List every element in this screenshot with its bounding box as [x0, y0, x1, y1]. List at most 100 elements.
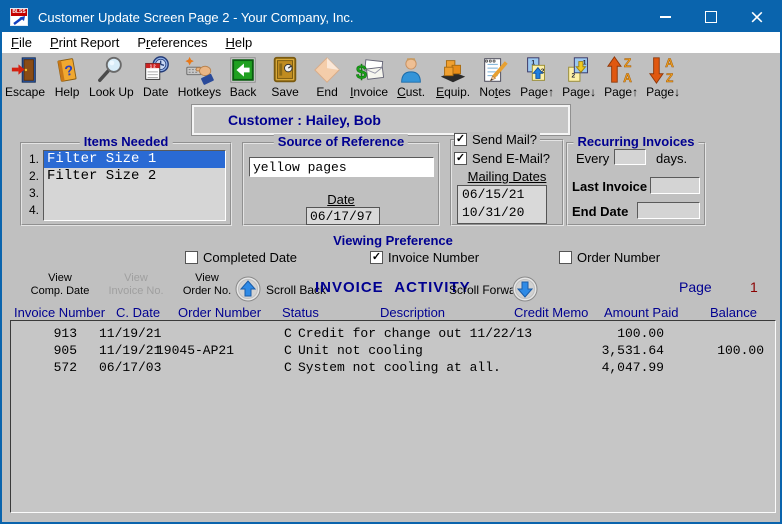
- svg-text:1 2: 1 2: [149, 63, 156, 68]
- scroll-down-icon: [512, 276, 538, 302]
- scroll-up-icon: [235, 276, 261, 302]
- invoice-row[interactable]: 572 06/17/03 C System not cooling at all…: [11, 360, 775, 377]
- pages-up-icon: 1 2: [527, 57, 546, 81]
- toolbar-button-page-up[interactable]: 1 2 Page↑: [516, 55, 558, 99]
- item-row[interactable]: Filter Size 2: [44, 168, 225, 185]
- toolbar-button-end[interactable]: End: [306, 55, 348, 99]
- days-label: days.: [656, 151, 688, 166]
- send-mail-option[interactable]: ✓ Send Mail?: [454, 132, 541, 147]
- invoice-row[interactable]: 905 11/19/21 19045-AP21 C Unit not cooli…: [11, 343, 775, 360]
- col-credit-memo: Credit Memo: [514, 305, 589, 320]
- item-row[interactable]: Filter Size 1: [44, 151, 225, 168]
- menu-help[interactable]: Help: [216, 32, 261, 53]
- notepad-pencil-icon: [484, 58, 508, 82]
- app-icon: BLSS: [10, 8, 28, 26]
- toolbar-button-customer[interactable]: Cust.: [390, 55, 432, 99]
- mailing-dates-box: 06/15/21 10/31/20: [457, 185, 547, 224]
- minimize-button[interactable]: [642, 2, 688, 32]
- scroll-back-button[interactable]: [235, 276, 261, 302]
- person-icon: [401, 58, 421, 83]
- toolbar-label: Notes: [479, 85, 511, 99]
- customer-banner: Customer : Hailey, Bob: [191, 104, 571, 136]
- toolbar-button-equipment[interactable]: Equip.: [432, 55, 474, 99]
- close-button[interactable]: ×: [734, 2, 780, 32]
- reference-date-input[interactable]: [306, 207, 380, 225]
- toolbar-button-back[interactable]: Back: [222, 55, 264, 99]
- toolbar-button-date[interactable]: 1 2 Date: [135, 55, 177, 99]
- mailing-dates-label: Mailing Dates: [467, 169, 547, 184]
- view-button-line: Order No.: [182, 285, 232, 297]
- cell-order-number: 19045-AP21: [156, 343, 235, 358]
- cell-status: C: [284, 326, 292, 341]
- toolbar-label: Save: [271, 85, 299, 99]
- cell-balance: 100.00: [717, 343, 764, 358]
- back-arrow-icon: [230, 57, 256, 83]
- cell-c-date: 11/19/21: [99, 343, 162, 358]
- svg-text:2: 2: [572, 73, 576, 80]
- cell-amount-paid: 100.00: [617, 326, 664, 341]
- view-order-no-button[interactable]: View Order No.: [174, 272, 240, 298]
- recurring-invoices-title: Recurring Invoices: [573, 134, 699, 149]
- view-button-line: View: [48, 272, 72, 284]
- item-row[interactable]: [44, 185, 225, 202]
- mailing-date: 10/31/20: [462, 205, 525, 220]
- toolbar-button-notes[interactable]: Notes: [474, 55, 516, 99]
- window-controls: ×: [642, 2, 780, 32]
- order-number-option[interactable]: Order Number: [559, 250, 660, 265]
- toolbar-button-invoice[interactable]: $ Invoice: [348, 55, 390, 99]
- cell-description: Credit for change out 11/22/13: [298, 326, 533, 341]
- cell-description: Unit not cooling: [298, 343, 423, 358]
- invoice-number-checkbox[interactable]: ✓: [370, 251, 383, 264]
- last-invoice-input[interactable]: [650, 177, 700, 194]
- toolbar-label: Date: [143, 85, 169, 99]
- toolbar-label: End: [316, 85, 338, 99]
- completed-date-option[interactable]: Completed Date: [185, 250, 297, 265]
- invoice-row[interactable]: 913 11/19/21 C Credit for change out 11/…: [11, 326, 775, 343]
- source-of-reference-input[interactable]: [249, 157, 434, 177]
- toolbar-button-page-sort-up[interactable]: Z A Page↑: [600, 55, 642, 99]
- toolbar: Escape ? Help Look Up 1 2 Date Hotkeys B…: [4, 55, 684, 103]
- send-email-option[interactable]: ✓ Send E-Mail?: [454, 151, 550, 166]
- menubar: File Print Report Pr eferences Help: [2, 32, 780, 53]
- end-date-input[interactable]: [637, 202, 700, 219]
- items-needed-group: Items Needed 1. 2. 3. 4. Filter Size 1 F…: [20, 134, 232, 226]
- sort-za-up-icon: Z A: [607, 56, 632, 85]
- toolbar-button-escape[interactable]: Escape: [4, 55, 46, 99]
- app-window: BLSS Customer Update Screen Page 2 - You…: [0, 0, 782, 524]
- menu-file[interactable]: File: [2, 32, 41, 53]
- maximize-button[interactable]: [688, 2, 734, 32]
- toolbar-button-page-sort-down[interactable]: A Z Page↓: [642, 55, 684, 99]
- scroll-forward-button[interactable]: [512, 276, 538, 302]
- send-mail-checkbox[interactable]: ✓: [454, 133, 467, 146]
- completed-date-checkbox[interactable]: [185, 251, 198, 264]
- magnifier-icon: [98, 56, 123, 82]
- view-button-line: Comp. Date: [30, 285, 90, 297]
- view-comp-date-button[interactable]: View Comp. Date: [24, 272, 96, 298]
- cell-description: System not cooling at all.: [298, 360, 501, 375]
- toolbar-label: Escape: [5, 85, 46, 99]
- order-number-checkbox[interactable]: [559, 251, 572, 264]
- toolbar-button-lookup[interactable]: Look Up: [88, 55, 135, 99]
- menu-print-report[interactable]: Print Report: [41, 32, 128, 53]
- toolbar-button-hotkeys[interactable]: Hotkeys: [177, 55, 222, 99]
- view-invoice-no-button[interactable]: View Invoice No.: [100, 272, 172, 298]
- view-button-line: View: [124, 272, 148, 284]
- toolbar-button-help[interactable]: ? Help: [46, 55, 88, 99]
- toolbar-label: Page↓: [646, 85, 681, 99]
- every-days-input[interactable]: [614, 149, 646, 165]
- invoice-number-option[interactable]: ✓ Invoice Number: [370, 250, 479, 265]
- svg-text:Z: Z: [624, 56, 632, 70]
- menu-preferences[interactable]: Pr eferences: [128, 32, 216, 53]
- toolbar-button-page-down[interactable]: 2 1 Page↓: [558, 55, 600, 99]
- page-number: 1: [750, 279, 758, 295]
- customer-name: Customer : Hailey, Bob: [228, 112, 381, 128]
- send-email-label: Send E-Mail?: [472, 151, 551, 166]
- hand-keyboard-icon: [185, 56, 215, 85]
- cell-c-date: 06/17/03: [99, 360, 162, 375]
- send-email-checkbox[interactable]: ✓: [454, 152, 467, 165]
- item-row[interactable]: [44, 202, 225, 219]
- toolbar-button-save[interactable]: Save: [264, 55, 306, 99]
- source-of-reference-title: Source of Reference: [273, 134, 409, 149]
- cell-invoice-number: 905: [53, 343, 77, 358]
- close-icon: ×: [749, 5, 765, 28]
